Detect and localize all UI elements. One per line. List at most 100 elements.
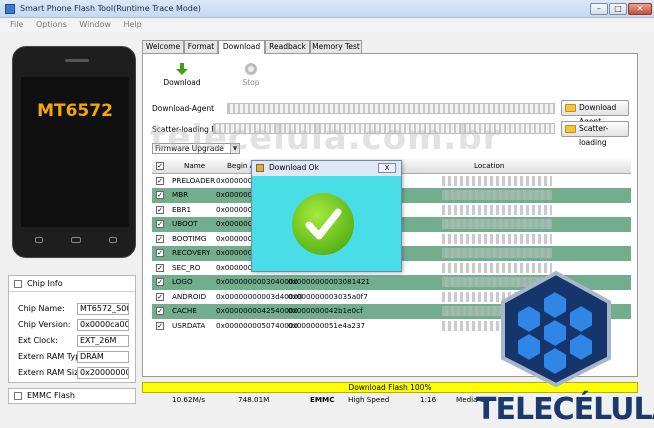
mode-select[interactable]: Firmware Upgrade ▼: [152, 143, 240, 154]
brand-logo-icon: [501, 270, 611, 388]
scatter-loading-button[interactable]: Scatter-loading: [561, 121, 629, 147]
chip-info-header[interactable]: Chip Info: [9, 276, 135, 292]
row-checkbox[interactable]: ✓: [156, 176, 164, 185]
title-bar: Smart Phone Flash Tool(Runtime Trace Mod…: [0, 0, 654, 18]
begin-address: 0x0000000042540000: [216, 306, 298, 315]
download-agent-button[interactable]: Download Agent: [561, 100, 629, 126]
status-size: 748.01M: [238, 395, 270, 404]
chevron-down-icon: ▼: [230, 144, 239, 153]
menu-window[interactable]: Window: [79, 20, 111, 29]
location-path-blurred: [442, 175, 552, 186]
end-address: 0x000000042b1e0cf: [288, 306, 363, 315]
row-checkbox[interactable]: ✓: [156, 307, 164, 315]
download-button[interactable]: Download: [162, 62, 202, 87]
location-path-blurred: [442, 219, 552, 229]
end-address: 0x0000000003081421: [288, 277, 370, 286]
partition-name: BOOTIMG: [172, 233, 207, 243]
status-speed: 10.62M/s: [172, 395, 205, 404]
partition-name: MBR: [172, 190, 189, 199]
folder-icon: [565, 125, 576, 133]
tab-memory-test[interactable]: Memory Test: [310, 40, 362, 53]
menu-bar: File Options Window Help: [0, 18, 654, 32]
folder-icon: [565, 104, 576, 112]
location-path-blurred: [442, 233, 552, 244]
expand-icon[interactable]: [14, 280, 22, 288]
row-checkbox[interactable]: ✓: [156, 263, 164, 272]
stop-label: Stop: [242, 78, 260, 87]
partition-name: EBR1: [172, 204, 192, 214]
tab-readback[interactable]: Readback: [265, 40, 310, 53]
begin-address: 0x0000000050740000: [216, 320, 298, 330]
dialog-titlebar: Download Ok X: [252, 161, 401, 175]
chip-info-panel: Chip Info Chip Name: MT6572_S00 Chip Ver…: [8, 275, 136, 383]
download-ok-dialog: Download Ok X: [251, 160, 402, 272]
emmc-flash-header[interactable]: EMMC Flash: [8, 388, 136, 404]
partition-name: RECOVERY: [172, 248, 211, 257]
menu-file[interactable]: File: [10, 20, 23, 29]
status-time: 1:16: [420, 395, 437, 404]
tab-format[interactable]: Format: [184, 40, 218, 53]
download-label: Download: [163, 78, 201, 87]
end-address: 0x000000051e4a237: [288, 320, 366, 330]
location-path-blurred: [442, 204, 552, 215]
close-button[interactable]: ✕: [628, 3, 652, 15]
partition-name: PRELOADER: [172, 175, 216, 185]
partition-name: LOGO: [172, 277, 193, 286]
tab-welcome[interactable]: Welcome: [142, 40, 184, 53]
ram-size-value: 0x20000000: [77, 367, 129, 379]
maximize-button[interactable]: □: [609, 3, 627, 15]
row-checkbox[interactable]: ✓: [156, 234, 164, 243]
menu-key-icon: [109, 237, 117, 243]
back-key-icon: [35, 237, 43, 243]
partition-name: UBOOT: [172, 219, 198, 228]
ext-clock-label: Ext Clock:: [18, 336, 58, 345]
col-name: Name: [184, 161, 206, 170]
location-path-blurred: [442, 248, 552, 258]
success-check-icon: [292, 193, 354, 255]
menu-help[interactable]: Help: [123, 20, 141, 29]
ram-size-label: Extern RAM Size:: [18, 368, 86, 377]
app-icon: [5, 4, 15, 14]
row-checkbox[interactable]: ✓: [156, 321, 164, 330]
chip-info-title: Chip Info: [27, 279, 63, 288]
col-location: Location: [474, 161, 505, 170]
minimize-button[interactable]: –: [590, 3, 608, 15]
phone-speaker: [65, 59, 89, 62]
dialog-title: Download Ok: [269, 163, 319, 172]
row-checkbox[interactable]: ✓: [156, 249, 164, 257]
stop-button[interactable]: Stop: [236, 62, 266, 87]
row-checkbox[interactable]: ✓: [156, 220, 164, 228]
chip-model-label: MT6572: [37, 101, 113, 121]
partition-name: CACHE: [172, 306, 197, 315]
phone-screen: [21, 77, 129, 227]
brand-logo: TELECÉLULA: [476, 392, 654, 427]
download-agent-label: Download-Agent: [152, 104, 215, 113]
window-title: Smart Phone Flash Tool(Runtime Trace Mod…: [20, 4, 201, 13]
chip-version-label: Chip Version:: [18, 320, 71, 329]
row-checkbox[interactable]: ✓: [156, 278, 164, 286]
chip-name-value: MT6572_S00: [77, 303, 129, 315]
row-checkbox[interactable]: ✓: [156, 205, 164, 214]
home-key-icon: [71, 237, 81, 243]
chip-name-label: Chip Name:: [18, 304, 65, 313]
select-all-checkbox[interactable]: ✓: [156, 162, 164, 170]
phone-illustration: MT6572: [12, 46, 136, 258]
scatter-file-field[interactable]: [213, 123, 555, 134]
download-agent-field[interactable]: [227, 103, 555, 114]
begin-address: 0x0000000003040000: [216, 277, 298, 286]
menu-options[interactable]: Options: [36, 20, 67, 29]
expand-icon[interactable]: [14, 392, 22, 400]
emmc-label: EMMC Flash: [27, 391, 75, 400]
dialog-app-icon: [256, 164, 264, 172]
row-checkbox[interactable]: ✓: [156, 191, 164, 199]
partition-name: USRDATA: [172, 320, 206, 330]
stop-icon: [245, 63, 257, 75]
row-checkbox[interactable]: ✓: [156, 292, 164, 301]
download-arrow-icon: [176, 63, 188, 75]
end-address: 0x000000003035a0f7: [288, 291, 368, 301]
dialog-close-button[interactable]: X: [378, 163, 396, 173]
partition-name: SEC_RO: [172, 262, 201, 272]
location-path-blurred: [442, 190, 552, 200]
tab-download[interactable]: Download: [218, 40, 265, 54]
status-mode: High Speed: [348, 395, 390, 404]
